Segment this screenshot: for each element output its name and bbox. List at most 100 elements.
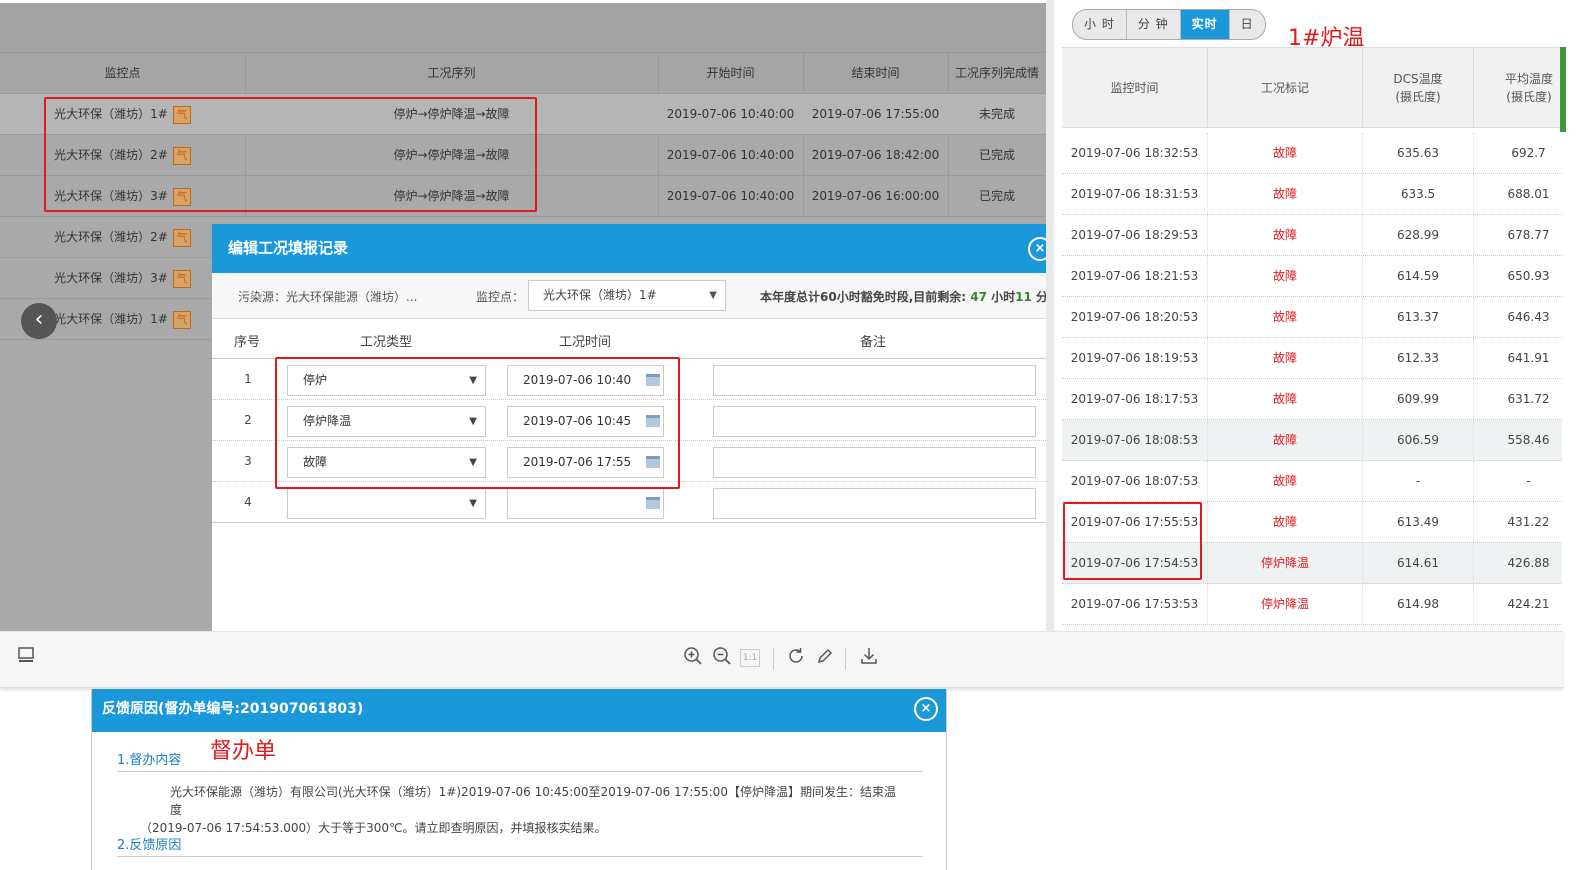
chevron-down-icon: ▼ (709, 290, 717, 301)
table-row[interactable]: 2019-07-06 17:53:53 停炉降温 614.98 424.21 (1062, 584, 1562, 625)
tab-minute[interactable]: 分 钟 (1127, 10, 1181, 39)
table-row[interactable]: 2019-07-06 18:20:53 故障 613.37 646.43 (1062, 297, 1562, 338)
left-toolbar-area (0, 3, 1046, 53)
monitor-point-value: 光大环保（潍坊）1# (543, 288, 657, 302)
edit-icon[interactable] (813, 646, 837, 670)
end-time-cell: 2019-07-06 17:55:00 (811, 107, 940, 121)
table-row[interactable]: 2019-07-06 18:21:53 故障 614.59 650.93 (1062, 256, 1562, 297)
header-type: 工况类型 (360, 335, 413, 350)
start-time-cell: 2019-07-06 10:40:00 (666, 189, 795, 203)
monitor-time-cell: 2019-07-06 18:07:53 (1062, 461, 1208, 501)
table-row[interactable]: 2019-07-06 17:54:53 停炉降温 614.61 426.88 (1062, 543, 1562, 584)
table-row[interactable]: 2019-07-06 18:07:53 故障 - - (1062, 461, 1562, 502)
tab-day[interactable]: 日 (1230, 10, 1265, 39)
avg-temp-cell: 678.77 (1474, 215, 1577, 255)
condition-type-select[interactable]: 故障 ▼ (287, 447, 486, 478)
calendar-icon[interactable] (646, 415, 660, 427)
temperature-panel: 小 时 分 钟 实时 日 1#炉温 监控时间 工况标记 DCS温度 (摄氏度) 平… (1054, 0, 1577, 631)
condition-flag-cell: 故障 (1208, 461, 1363, 501)
monitor-time-cell: 2019-07-06 18:08:53 (1062, 420, 1208, 460)
feedback-dialog-title: 反馈原因(督办单编号:201907061803) (102, 701, 364, 717)
condition-time-input[interactable]: 2019-07-06 17:55 (507, 447, 664, 478)
table-row[interactable]: 2019-07-06 17:55:53 故障 613.49 431.22 (1062, 502, 1562, 543)
status-badge: 已完成 (978, 148, 1015, 162)
close-button[interactable]: × (914, 697, 938, 721)
table-row[interactable]: 2019-07-06 18:31:53 故障 633.5 688.01 (1062, 174, 1562, 215)
toolbar-divider (773, 648, 774, 670)
gas-type-icon: 气 (172, 310, 191, 329)
remark-input[interactable] (713, 365, 1036, 396)
monitor-time-cell: 2019-07-06 18:21:53 (1062, 256, 1208, 296)
dcs-temp-cell: 614.59 (1363, 256, 1474, 296)
thumbnail-icon[interactable] (14, 646, 38, 670)
remark-input[interactable] (713, 488, 1036, 519)
monitor-point-name: 光大环保（潍坊）1# (54, 312, 168, 326)
monitor-point-select[interactable]: 光大环保（潍坊）1# ▼ (528, 280, 726, 311)
exemption-quota: 本年度总计60小时豁免时段,目前剩余: 47 小时11 分钟 (760, 288, 1046, 305)
condition-type-select[interactable]: 停炉降温 ▼ (287, 406, 486, 437)
dcs-temp-cell: 613.49 (1363, 502, 1474, 542)
zoom-out-icon[interactable] (710, 646, 734, 670)
actual-size-icon[interactable]: 1:1 (740, 649, 760, 667)
header-monitor-point: 监控点 (104, 66, 141, 80)
close-button[interactable]: × (1028, 237, 1046, 261)
content-line: 光大环保能源（潍坊）有限公司(光大环保（潍坊）1#)2019-07-06 10:… (170, 785, 896, 817)
calendar-icon[interactable] (646, 374, 660, 386)
chevron-left-icon: ‹ (34, 307, 44, 332)
table-row[interactable]: 光大环保（潍坊）2# 气 停炉→停炉降温→故障 2019-07-06 10:40:… (0, 135, 1046, 176)
avg-temp-cell: 650.93 (1474, 256, 1577, 296)
quota-hours-unit: 小时 (986, 290, 1016, 304)
header-dcs-line1: DCS温度 (1393, 71, 1443, 86)
edit-row: 2 停炉降温 ▼ 2019-07-06 10:45 (212, 400, 1046, 441)
remark-input[interactable] (713, 406, 1036, 437)
monitor-point-name: 光大环保（潍坊）2# (54, 230, 168, 244)
feedback-dialog: 反馈原因(督办单编号:201907061803) × 1.督办内容 督办单 光大… (91, 689, 947, 870)
chevron-down-icon: ▼ (469, 375, 477, 386)
calendar-icon[interactable] (646, 497, 660, 509)
condition-flag-cell: 故障 (1208, 379, 1363, 419)
table-row[interactable]: 2019-07-06 18:32:53 故障 635.63 692.7 (1062, 133, 1562, 174)
content-line: （2019-07-06 17:54:53.000）大于等于300℃。请立即查明原… (140, 821, 607, 835)
condition-type-value: 停炉降温 (303, 414, 352, 428)
tab-realtime[interactable]: 实时 (1180, 10, 1230, 39)
calendar-icon[interactable] (646, 456, 660, 468)
condition-type-select[interactable]: 停炉 ▼ (287, 365, 486, 396)
section-supervision-content: 1.督办内容 (117, 753, 182, 768)
monitor-time-cell: 2019-07-06 18:31:53 (1062, 174, 1208, 214)
header-end-time: 结束时间 (851, 66, 900, 80)
dcs-temp-cell: 609.99 (1363, 379, 1474, 419)
table-row[interactable]: 光大环保（潍坊）1# 气 停炉→停炉降温→故障 2019-07-06 10:40:… (0, 94, 1046, 135)
table-row[interactable]: 2019-07-06 18:08:53 故障 606.59 558.46 (1062, 420, 1562, 461)
header-no: 序号 (234, 335, 261, 350)
header-condition-flag: 工况标记 (1208, 48, 1363, 127)
condition-flag-cell: 故障 (1208, 297, 1363, 337)
edit-row: 1 停炉 ▼ 2019-07-06 10:40 (212, 359, 1046, 400)
dcs-temp-cell: 613.37 (1363, 297, 1474, 337)
section-divider (117, 856, 923, 857)
remark-input[interactable] (713, 447, 1036, 478)
condition-type-select[interactable]: ▼ (287, 488, 486, 519)
condition-time-input[interactable]: 2019-07-06 10:45 (507, 406, 664, 437)
scrollbar-thumb[interactable] (1560, 47, 1566, 132)
condition-time-input[interactable] (507, 488, 664, 519)
row-number: 4 (244, 495, 252, 509)
sequence-cell: 停炉→停炉降温→故障 (393, 189, 510, 203)
download-icon[interactable] (857, 646, 881, 670)
table-row[interactable]: 2019-07-06 18:19:53 故障 612.33 641.91 (1062, 338, 1562, 379)
zoom-in-icon[interactable] (681, 646, 705, 670)
condition-time-input[interactable]: 2019-07-06 10:40 (507, 365, 664, 396)
previous-arrow-button[interactable]: ‹ (21, 303, 57, 339)
table-row[interactable]: 2019-07-06 18:17:53 故障 609.99 631.72 (1062, 379, 1562, 420)
rotate-icon[interactable] (784, 646, 808, 670)
pollution-source-label: 污染源：光大环保能源（潍坊）... (238, 290, 418, 304)
monitor-time-cell: 2019-07-06 18:20:53 (1062, 297, 1208, 337)
table-row[interactable]: 2019-07-06 18:29:53 故障 628.99 678.77 (1062, 215, 1562, 256)
supervision-content-text: 光大环保能源（潍坊）有限公司(光大环保（潍坊）1#)2019-07-06 10:… (140, 783, 900, 837)
dialog-info-bar: 污染源：光大环保能源（潍坊）... 监控点： 光大环保（潍坊）1# ▼ 本年度总… (212, 273, 1046, 319)
annotation-supervision-order: 督办单 (210, 739, 277, 764)
left-table-header: 监控点 工况序列 开始时间 结束时间 工况序列完成情 (0, 53, 1046, 94)
monitor-point-name: 光大环保（潍坊）1# (54, 107, 168, 121)
header-avg-line2: (摄氏度) (1506, 89, 1552, 104)
table-row[interactable]: 光大环保（潍坊）3# 气 停炉→停炉降温→故障 2019-07-06 10:40:… (0, 176, 1046, 217)
tab-hour[interactable]: 小 时 (1073, 10, 1127, 39)
